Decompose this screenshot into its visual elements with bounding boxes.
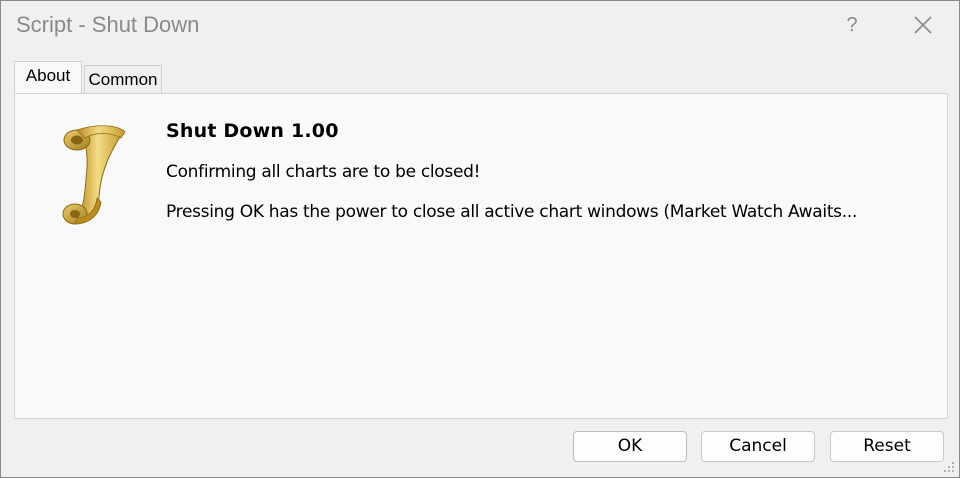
ok-button[interactable]: OK <box>573 431 687 462</box>
description-text: Pressing OK has the power to close all a… <box>166 202 858 222</box>
about-panel: Shut Down 1.00 Confirming all charts are… <box>14 93 948 419</box>
help-button[interactable]: ? <box>837 9 867 41</box>
scroll-icon <box>62 125 126 225</box>
tab-about[interactable]: About <box>14 61 82 93</box>
cancel-button[interactable]: Cancel <box>701 431 815 462</box>
reset-button[interactable]: Reset <box>830 431 944 462</box>
tab-common[interactable]: Common <box>84 65 162 93</box>
title-bar[interactable]: Script - Shut Down ? <box>1 1 959 51</box>
script-title: Shut Down 1.00 <box>166 120 339 142</box>
close-button[interactable] <box>906 9 940 41</box>
window-title: Script - Shut Down <box>16 12 200 37</box>
confirmation-text: Confirming all charts are to be closed! <box>166 162 481 182</box>
dialog-window: Script - Shut Down ? About Common Shut D… <box>0 0 960 478</box>
resize-grip-icon[interactable] <box>943 461 955 473</box>
close-icon <box>914 16 932 34</box>
